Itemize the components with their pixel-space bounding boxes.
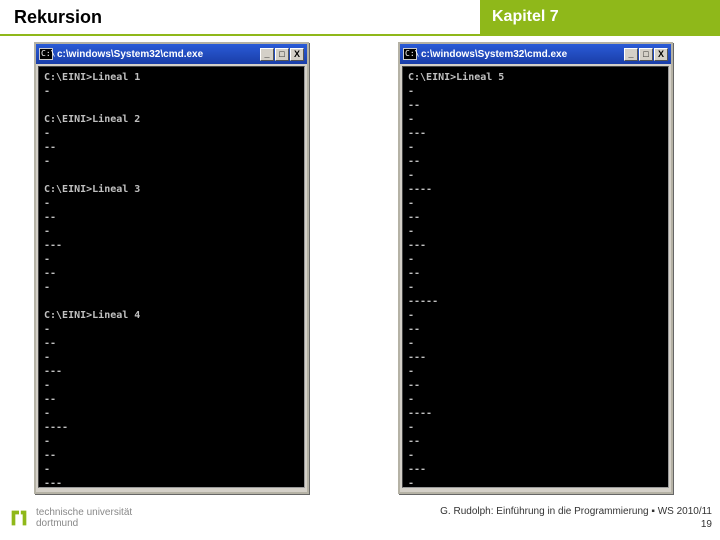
- uni-name-line2: dortmund: [36, 518, 132, 529]
- terminal-line: ----: [44, 421, 299, 435]
- terminal-line: -: [44, 127, 299, 141]
- terminal-line: -: [408, 365, 663, 379]
- terminal-line: -: [408, 85, 663, 99]
- terminal-line: C:\EINI>Lineal 5: [408, 71, 663, 85]
- credits: G. Rudolph: Einführung in die Programmie…: [440, 505, 712, 531]
- terminal-line: C:\EINI>Lineal 2: [44, 113, 299, 127]
- cmd-icon: C:\: [403, 48, 417, 60]
- terminal-line: ---: [408, 239, 663, 253]
- uni-name-line1: technische universität: [36, 507, 132, 518]
- terminal-line: C:\EINI>Lineal 3: [44, 183, 299, 197]
- terminal-line: -: [44, 323, 299, 337]
- terminal-line: -: [408, 477, 663, 488]
- minimize-button[interactable]: _: [624, 48, 638, 61]
- terminal-left: C:\EINI>Lineal 1- C:\EINI>Lineal 2---- C…: [38, 66, 305, 488]
- titlebar-right: C:\ c:\windows\System32\cmd.exe _ □ X: [400, 44, 671, 64]
- terminal-line: [44, 169, 299, 183]
- terminal-line: --: [408, 99, 663, 113]
- terminal-line: --: [44, 449, 299, 463]
- terminal-line: -: [44, 463, 299, 477]
- terminal-line: -: [408, 225, 663, 239]
- terminal-line: -----: [408, 295, 663, 309]
- terminal-line: ---: [408, 463, 663, 477]
- terminal-line: -: [408, 449, 663, 463]
- university-logo: technische universität dortmund: [8, 507, 132, 529]
- terminal-line: --: [408, 323, 663, 337]
- terminal-line: -: [408, 197, 663, 211]
- terminal-line: ---: [44, 365, 299, 379]
- slide-body: C:\ c:\windows\System32\cmd.exe _ □ X C:…: [0, 36, 720, 496]
- terminal-line: --: [408, 267, 663, 281]
- terminal-line: -: [408, 253, 663, 267]
- terminal-right: C:\EINI>Lineal 5------------------------…: [402, 66, 669, 488]
- terminal-line: -: [44, 253, 299, 267]
- terminal-line: --: [408, 211, 663, 225]
- cmd-window-left: C:\ c:\windows\System32\cmd.exe _ □ X C:…: [34, 42, 309, 494]
- chapter-title: Kapitel 7: [480, 0, 720, 36]
- close-button[interactable]: X: [654, 48, 668, 61]
- terminal-line: ---: [44, 477, 299, 488]
- maximize-button[interactable]: □: [275, 48, 289, 61]
- maximize-button[interactable]: □: [639, 48, 653, 61]
- tu-logo-icon: [8, 507, 30, 529]
- terminal-line: --: [44, 141, 299, 155]
- terminal-line: -: [408, 281, 663, 295]
- terminal-line: -: [44, 225, 299, 239]
- minimize-button[interactable]: _: [260, 48, 274, 61]
- terminal-line: -: [408, 421, 663, 435]
- terminal-line: --: [44, 393, 299, 407]
- terminal-line: --: [44, 211, 299, 225]
- terminal-line: ---: [408, 127, 663, 141]
- terminal-line: -: [44, 435, 299, 449]
- terminal-line: ----: [408, 183, 663, 197]
- terminal-line: -: [408, 393, 663, 407]
- slide-header: Rekursion Kapitel 7: [0, 0, 720, 36]
- terminal-line: -: [44, 155, 299, 169]
- terminal-line: ---: [408, 351, 663, 365]
- cmd-window-right: C:\ c:\windows\System32\cmd.exe _ □ X C:…: [398, 42, 673, 494]
- terminal-line: C:\EINI>Lineal 4: [44, 309, 299, 323]
- terminal-line: -: [44, 379, 299, 393]
- terminal-line: -: [408, 169, 663, 183]
- page-number: 19: [440, 518, 712, 531]
- titlebar-left: C:\ c:\windows\System32\cmd.exe _ □ X: [36, 44, 307, 64]
- terminal-line: --: [408, 379, 663, 393]
- cmd-title-left: c:\windows\System32\cmd.exe: [57, 49, 256, 60]
- close-button[interactable]: X: [290, 48, 304, 61]
- terminal-line: -: [408, 337, 663, 351]
- terminal-line: -: [44, 85, 299, 99]
- terminal-line: --: [408, 435, 663, 449]
- terminal-line: -: [44, 407, 299, 421]
- terminal-line: -: [44, 281, 299, 295]
- terminal-line: ---: [44, 239, 299, 253]
- terminal-line: -: [408, 113, 663, 127]
- terminal-line: --: [44, 267, 299, 281]
- terminal-line: --: [408, 155, 663, 169]
- slide-footer: technische universität dortmund G. Rudol…: [0, 496, 720, 540]
- author-line: G. Rudolph: Einführung in die Programmie…: [440, 505, 712, 518]
- cmd-title-right: c:\windows\System32\cmd.exe: [421, 49, 620, 60]
- terminal-line: -: [408, 309, 663, 323]
- terminal-line: C:\EINI>Lineal 1: [44, 71, 299, 85]
- topic-title: Rekursion: [0, 0, 480, 36]
- terminal-line: ----: [408, 407, 663, 421]
- terminal-line: -: [44, 351, 299, 365]
- terminal-line: [44, 99, 299, 113]
- terminal-line: -: [408, 141, 663, 155]
- terminal-line: -: [44, 197, 299, 211]
- terminal-line: --: [44, 337, 299, 351]
- cmd-icon: C:\: [39, 48, 53, 60]
- terminal-line: [44, 295, 299, 309]
